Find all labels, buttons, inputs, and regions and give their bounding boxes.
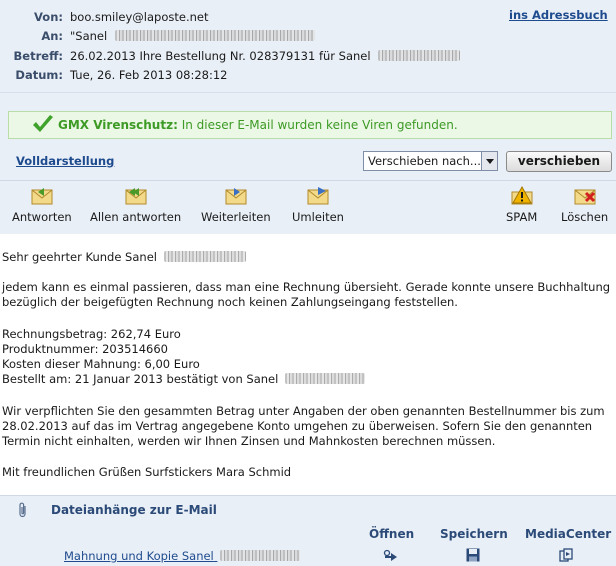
attachment-col-open: Öffnen	[369, 527, 415, 541]
move-folder-value: Verschieben nach...	[368, 154, 481, 168]
attachment-file-link[interactable]: Mahnung und Kopie Sanel	[64, 549, 301, 563]
address-book-link[interactable]: ins Adressbuch	[509, 8, 608, 22]
checkmark-icon	[33, 115, 53, 132]
attachments-title: Dateianhänge zur E-Mail	[51, 503, 217, 517]
delete-label: Löschen	[561, 210, 609, 224]
subject-row: Betreff: 26.02.2013 Ihre Bestellung Nr. …	[0, 47, 616, 65]
greeting-text: Sehr geehrter Kunde Sanel	[2, 250, 157, 264]
redirect-envelope-icon	[307, 187, 329, 205]
redacted-text	[378, 50, 461, 61]
body-paragraph-line: 28.02.2013 auf das im Vertrag angegebene…	[2, 419, 593, 433]
virus-status-title: GMX Virenschutz:	[58, 118, 178, 132]
spam-button[interactable]: SPAM	[506, 186, 537, 224]
body-paragraph-line: Wir verpflichten Sie den gesammten Betra…	[2, 404, 605, 418]
body-paragraph-line: Termin nicht einhalten, werden wir Ihnen…	[2, 434, 496, 448]
date-row: Datum: Tue, 26. Feb 2013 08:28:12	[0, 66, 616, 84]
open-file-icon[interactable]	[383, 547, 399, 563]
reply-all-label: Allen antworten	[90, 210, 182, 224]
to-row: An: "Sanel	[0, 27, 616, 45]
body-closing: Mit freundlichen Grüßen Surfstickers Mar…	[2, 465, 292, 479]
spam-label: SPAM	[506, 210, 538, 224]
media-center-icon[interactable]	[558, 547, 574, 563]
reply-all-envelope-icon	[125, 188, 147, 205]
virus-status-text: GMX Virenschutz: In dieser E-Mail wurden…	[58, 118, 458, 132]
spam-warning-icon	[511, 186, 533, 205]
chevron-down-icon[interactable]	[481, 152, 497, 170]
to-value-wrap: "Sanel	[70, 27, 315, 45]
subject-value-wrap: 26.02.2013 Ihre Bestellung Nr. 028379131…	[70, 47, 461, 65]
order-date: Bestellt am: 21 Januar 2013 bestätigt vo…	[2, 372, 365, 387]
move-folder-select[interactable]: Verschieben nach...	[363, 151, 498, 171]
redacted-text	[284, 373, 365, 384]
reply-button[interactable]: Antworten	[12, 186, 72, 224]
save-disk-icon[interactable]	[465, 547, 481, 563]
full-view-link[interactable]: Volldarstellung	[16, 154, 114, 168]
from-label: Von:	[34, 10, 63, 24]
forward-label: Weiterleiten	[201, 210, 271, 224]
redirect-button[interactable]: Umleiten	[292, 186, 344, 224]
to-value: "Sanel	[70, 29, 108, 43]
attachment-col-save: Speichern	[440, 527, 508, 541]
body-paragraph-line: jedem kann es einmal passieren, dass man…	[2, 280, 611, 294]
reply-label: Antworten	[12, 210, 72, 224]
from-value: boo.smiley@laposte.net	[70, 10, 209, 24]
move-button[interactable]: verschieben	[506, 151, 612, 172]
date-value: Tue, 26. Feb 2013 08:28:12	[70, 68, 228, 82]
invoice-amount: Rechnungsbetrag: 262,74 Euro	[2, 327, 181, 341]
redacted-text	[220, 550, 301, 561]
body-paragraph-line: bezüglich der beigefügten Rechnung noch …	[2, 295, 458, 309]
attachment-file-name: Mahnung und Kopie Sanel	[64, 549, 214, 563]
product-number: Produktnummer: 203514660	[2, 342, 168, 356]
delete-envelope-icon	[574, 189, 596, 205]
body-greeting: Sehr geehrter Kunde Sanel	[2, 250, 246, 265]
delete-button[interactable]: Löschen	[561, 186, 608, 224]
redacted-text	[114, 30, 315, 41]
reply-envelope-icon	[31, 188, 53, 205]
paperclip-icon	[19, 502, 26, 518]
redirect-label: Umleiten	[292, 210, 344, 224]
attachment-col-media: MediaCenter	[525, 527, 612, 541]
subject-value: 26.02.2013 Ihre Bestellung Nr. 028379131…	[70, 49, 371, 63]
date-label: Datum:	[15, 68, 63, 82]
forward-button[interactable]: Weiterleiten	[201, 186, 271, 224]
reply-all-button[interactable]: Allen antworten	[90, 186, 181, 224]
reminder-fee: Kosten dieser Mahnung: 6,00 Euro	[2, 357, 200, 371]
redacted-text	[163, 251, 246, 262]
subject-label: Betreff:	[13, 49, 63, 63]
to-label: An:	[41, 29, 63, 43]
order-date-text: Bestellt am: 21 Januar 2013 bestätigt vo…	[2, 372, 279, 386]
forward-envelope-icon	[225, 188, 247, 205]
virus-status-message: In dieser E-Mail wurden keine Viren gefu…	[181, 118, 458, 132]
